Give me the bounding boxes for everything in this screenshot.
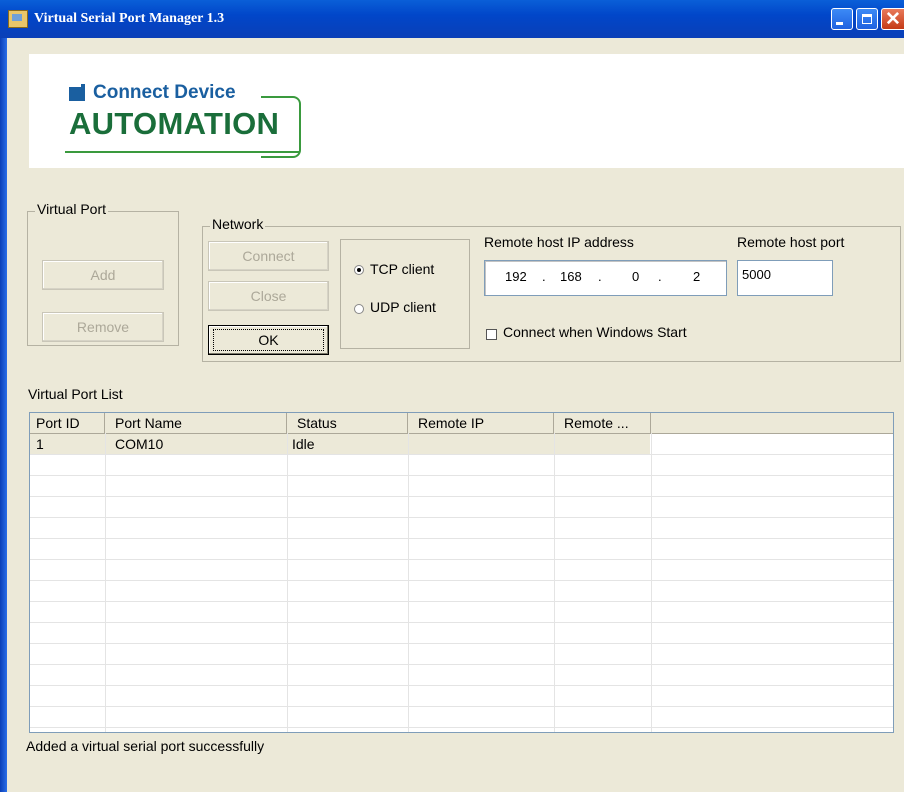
list-grid-row-line	[30, 685, 893, 686]
minimize-button[interactable]	[831, 8, 853, 30]
close-connection-button[interactable]: Close	[208, 281, 329, 311]
status-message: Added a virtual serial port successfully	[26, 738, 265, 754]
window-title: Virtual Serial Port Manager 1.3	[34, 11, 225, 26]
list-grid-row-line	[30, 622, 893, 623]
list-grid-row-line	[30, 601, 893, 602]
logo-mark-icon	[69, 84, 85, 101]
title-bar[interactable]: Virtual Serial Port Manager 1.3 ✕	[0, 0, 904, 38]
maximize-icon	[862, 14, 872, 24]
logo-text-bottom: AUTOMATION	[69, 106, 280, 141]
network-group-title: Network	[210, 216, 266, 232]
remote-ip-label: Remote host IP address	[484, 234, 634, 250]
logo-underline	[65, 151, 299, 153]
virtual-port-list-label: Virtual Port List	[28, 386, 123, 402]
ip-octet-4[interactable]: 2	[693, 269, 700, 284]
list-grid-row-line	[30, 454, 893, 455]
column-header-remote-port[interactable]: Remote ...	[554, 413, 651, 433]
connect-button[interactable]: Connect	[208, 241, 329, 271]
cell-status: Idle	[292, 436, 315, 452]
virtual-port-group-title: Virtual Port	[35, 201, 108, 217]
ip-dot: .	[542, 269, 546, 284]
ip-octet-3[interactable]: 0	[632, 269, 639, 284]
list-grid-column-line	[651, 433, 652, 732]
maximize-button[interactable]	[856, 8, 878, 30]
close-icon: ✕	[885, 9, 901, 30]
cell-port-id: 1	[36, 436, 44, 452]
list-grid-row-line	[30, 559, 893, 560]
udp-client-radio[interactable]	[354, 304, 364, 314]
column-header-port-name[interactable]: Port Name	[105, 413, 287, 433]
ok-button[interactable]: OK	[208, 325, 329, 355]
start-with-windows-label[interactable]: Connect when Windows Start	[503, 324, 687, 340]
column-header-port-id[interactable]: Port ID	[30, 413, 105, 433]
list-grid-row-line	[30, 538, 893, 539]
remote-port-label: Remote host port	[737, 234, 845, 250]
protocol-radio-group	[340, 239, 470, 349]
tcp-client-label[interactable]: TCP client	[370, 261, 434, 277]
list-grid-row-line	[30, 727, 893, 728]
ip-dot: .	[658, 269, 662, 284]
list-grid-row-line	[30, 475, 893, 476]
logo-text-top: Connect Device	[93, 82, 236, 103]
tcp-client-radio[interactable]	[354, 265, 364, 275]
list-grid-column-line	[287, 433, 288, 732]
cell-port-name: COM10	[115, 436, 164, 452]
udp-client-label[interactable]: UDP client	[370, 299, 436, 315]
logo-frame	[261, 96, 301, 158]
list-grid-row-line	[30, 580, 893, 581]
list-grid-row-line	[30, 706, 893, 707]
list-grid-column-line	[105, 433, 106, 732]
remove-button[interactable]: Remove	[42, 312, 164, 342]
virtual-port-list[interactable]: Port ID Port Name Status Remote IP Remot…	[29, 412, 894, 733]
close-button[interactable]: ✕	[881, 8, 904, 30]
ok-button-label: OK	[213, 329, 324, 351]
start-with-windows-checkbox[interactable]	[486, 329, 497, 340]
list-grid-column-line	[554, 433, 555, 732]
ip-octet-1[interactable]: 192	[505, 269, 527, 284]
ip-dot: .	[598, 269, 602, 284]
add-button[interactable]: Add	[42, 260, 164, 290]
list-header: Port ID Port Name Status Remote IP Remot…	[30, 413, 893, 434]
list-grid-row-line	[30, 496, 893, 497]
column-header-remote-ip[interactable]: Remote IP	[408, 413, 554, 433]
list-grid-column-line	[408, 433, 409, 732]
list-grid-row-line	[30, 664, 893, 665]
list-grid-row-line	[30, 517, 893, 518]
list-grid-row-line	[30, 643, 893, 644]
logo-panel: Connect Device AUTOMATION	[29, 54, 904, 168]
app-icon	[8, 10, 28, 28]
column-header-status[interactable]: Status	[287, 413, 408, 433]
window-border	[0, 38, 7, 792]
remote-port-input[interactable]: 5000	[737, 260, 833, 296]
window-client-area: Connect Device AUTOMATION Virtual Port A…	[7, 38, 904, 792]
minimize-icon	[836, 22, 843, 25]
ip-octet-2[interactable]: 168	[560, 269, 582, 284]
